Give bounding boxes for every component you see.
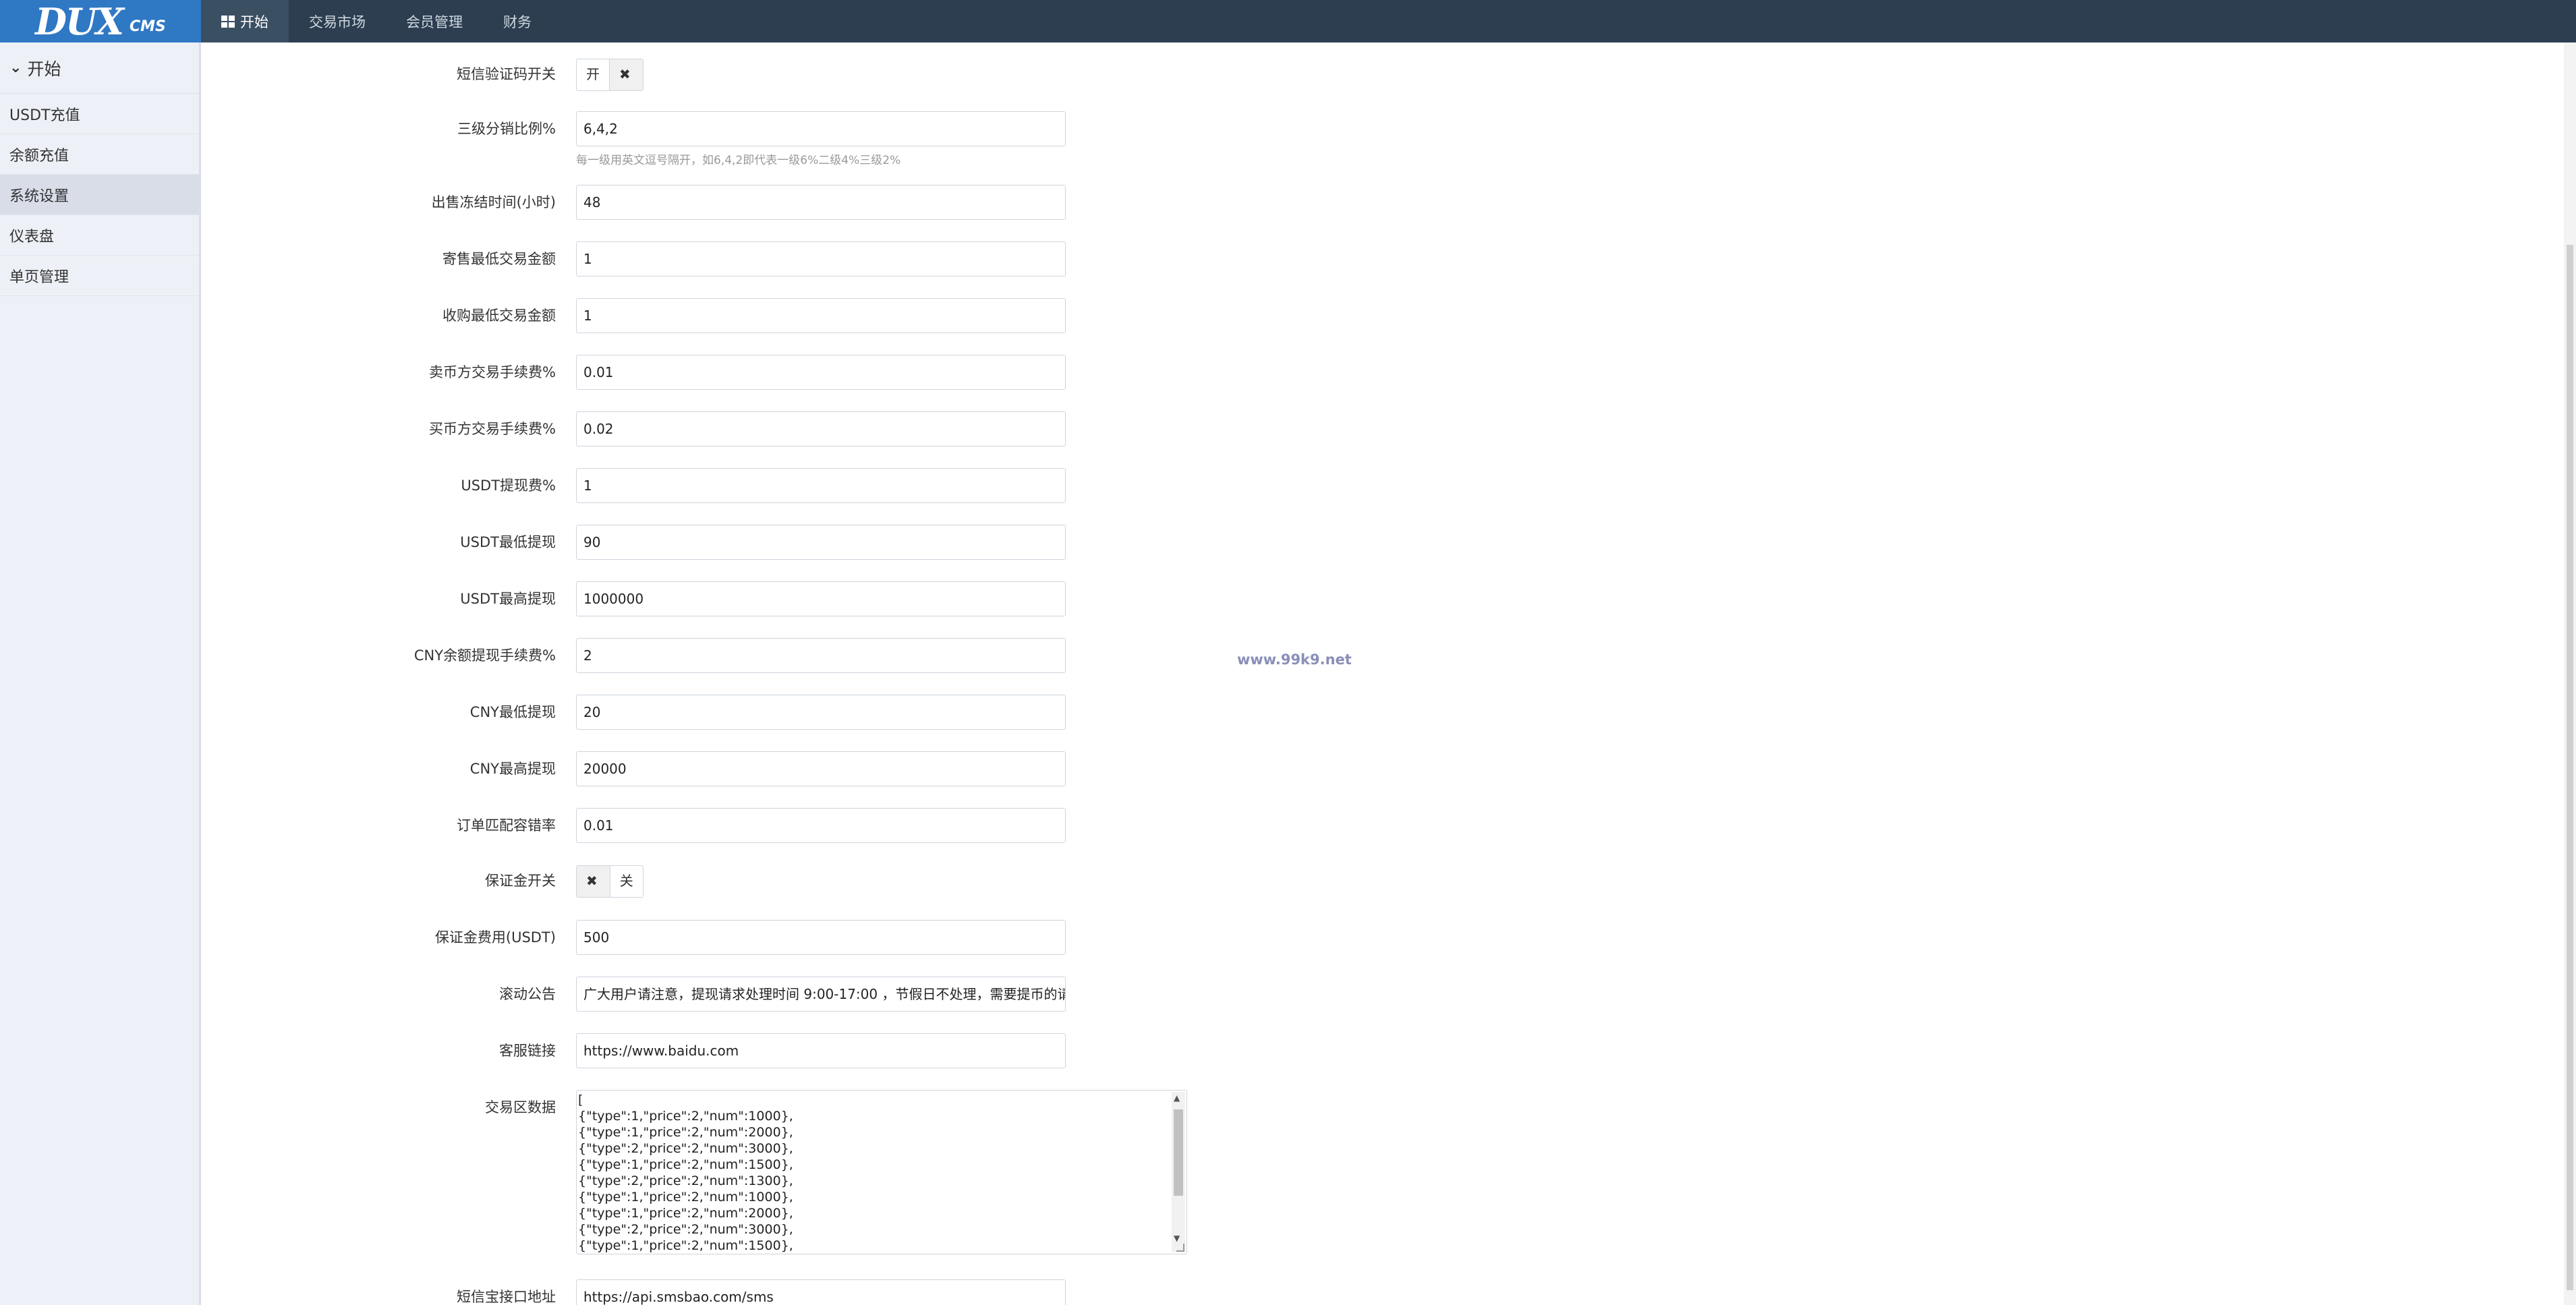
cny-max-withdraw-input[interactable]: 20000 xyxy=(576,751,1066,786)
service-link-input[interactable]: https://www.baidu.com xyxy=(576,1033,1066,1068)
nav-member-management-label: 会员管理 xyxy=(406,13,463,30)
sidebar-group-label: 开始 xyxy=(27,59,61,79)
nav-trade-market[interactable]: 交易市场 xyxy=(289,0,386,42)
sidebar-item-label: 系统设置 xyxy=(9,187,69,205)
sidebar-item-system-settings[interactable]: 系统设置 xyxy=(0,175,199,215)
field-label: 出售冻结时间(小时) xyxy=(431,194,556,210)
sidebar-item-label: 仪表盘 xyxy=(9,228,55,245)
field-label: USDT提现费% xyxy=(461,477,556,494)
textarea-line: {"type":1,"price":2,"num":1500}, xyxy=(578,1157,793,1172)
deposit-switch-toggle: ✖开启 关闭 xyxy=(576,865,643,898)
field-label: 买币方交易手续费% xyxy=(429,421,556,437)
logo[interactable]: DUX CMS xyxy=(0,0,201,42)
top-navbar: DUX CMS 开始 交易市场 会员管理 财务 xyxy=(0,0,2576,42)
sidebar-item-label: 余额充值 xyxy=(9,147,69,165)
textarea-line: [ xyxy=(578,1093,583,1107)
field-label: 收购最低交易金额 xyxy=(442,308,556,324)
field-label: 交易区数据 xyxy=(485,1099,556,1115)
sidebar-item-usdt-recharge[interactable]: USDT充值 xyxy=(0,94,199,134)
textarea-line: {"type":1,"price":2,"num":1000}, xyxy=(578,1109,793,1124)
field-label: 短信宝接口地址 xyxy=(457,1289,556,1305)
trade-zone-textarea[interactable]: [ {"type":1,"price":2,"num":1000}, {"typ… xyxy=(576,1090,1187,1254)
usdt-min-withdraw-input[interactable]: 90 xyxy=(576,525,1066,560)
windows-icon xyxy=(221,15,235,28)
three-level-ratio-input[interactable]: 6,4,2 xyxy=(576,111,1066,146)
textarea-scrollbar[interactable]: ▲ ▼ xyxy=(1172,1092,1185,1252)
match-tolerance-input[interactable]: 0.01 xyxy=(576,808,1066,843)
textarea-line: {"type":1,"price":2,"num":1500}, xyxy=(578,1238,793,1253)
field-label: USDT最低提现 xyxy=(460,534,556,550)
field-label: 滚动公告 xyxy=(499,986,556,1002)
sidebar-group-start[interactable]: ⌄ 开始 xyxy=(0,42,199,94)
main-nav: 开始 交易市场 会员管理 财务 xyxy=(201,0,552,42)
check-x-icon: ✖ xyxy=(586,873,598,889)
sidebar-item-balance-recharge[interactable]: 余额充值 xyxy=(0,134,199,175)
field-label: 客服链接 xyxy=(499,1043,556,1059)
textarea-line: {"type":1,"price":2,"num":2000}, xyxy=(578,1125,793,1140)
deposit-off-option[interactable]: 关闭 xyxy=(609,866,643,897)
deposit-on-option[interactable]: ✖开启 xyxy=(577,866,610,897)
usdt-max-withdraw-input[interactable]: 1000000 xyxy=(576,581,1066,616)
scrollbar-thumb[interactable] xyxy=(1174,1109,1183,1196)
textarea-line: {"type":1,"price":2,"num":2000}, xyxy=(578,1206,793,1221)
sidebar-item-label: 单页管理 xyxy=(9,268,69,286)
nav-member-management[interactable]: 会员管理 xyxy=(386,0,483,42)
scroll-down-icon[interactable]: ▼ xyxy=(1174,1234,1180,1243)
cny-min-withdraw-input[interactable]: 20 xyxy=(576,695,1066,730)
scroll-notice-input[interactable]: 广大用户请注意，提现请求处理时间 9:00-17:00 ，节假日不处理，需要提币… xyxy=(576,977,1066,1012)
field-label: 三级分销比例% xyxy=(457,121,556,137)
textarea-line: {"type":2,"price":2,"num":1300}, xyxy=(578,1173,793,1188)
purchase-min-input[interactable]: 1 xyxy=(576,298,1066,333)
field-label: 寄售最低交易金额 xyxy=(442,251,556,267)
scroll-up-icon[interactable]: ▲ xyxy=(1174,1093,1180,1103)
nav-start-label: 开始 xyxy=(240,13,268,30)
field-label: 订单匹配容错率 xyxy=(457,817,556,834)
nav-finance-label: 财务 xyxy=(503,13,532,30)
page-scrollbar[interactable] xyxy=(2564,42,2576,1305)
usdt-withdraw-fee-input[interactable]: 1 xyxy=(576,468,1066,503)
three-level-help-text: 每一级用英文逗号隔开，如6,4,2即代表一级6%二级4%三级2% xyxy=(576,154,901,167)
logo-subtext: CMS xyxy=(129,18,166,35)
settings-form: 短信验证码开关 开启 ✖关闭 三级分销比例% 6,4,2 每一级用英文逗号隔开，… xyxy=(201,42,2576,1305)
textarea-line: {"type":2,"price":2,"num":3000}, xyxy=(578,1222,793,1237)
sidebar-item-dashboard[interactable]: 仪表盘 xyxy=(0,215,199,256)
sms-verify-toggle: 开启 ✖关闭 xyxy=(576,59,643,91)
field-label: 短信验证码开关 xyxy=(457,66,556,82)
seller-fee-input[interactable]: 0.01 xyxy=(576,355,1066,390)
sidebar: ⌄ 开始 USDT充值 余额充值 系统设置 仪表盘 单页管理 xyxy=(0,42,201,1305)
field-label: 保证金费用(USDT) xyxy=(434,929,556,946)
buyer-fee-input[interactable]: 0.02 xyxy=(576,411,1066,446)
freeze-hours-input[interactable]: 48 xyxy=(576,185,1066,220)
field-label: CNY最低提现 xyxy=(469,704,556,720)
sidebar-item-label: USDT充值 xyxy=(9,107,80,124)
field-label: 保证金开关 xyxy=(485,873,556,889)
field-label: USDT最高提现 xyxy=(460,591,556,607)
field-label: CNY余额提现手续费% xyxy=(413,647,556,664)
watermark: www.99k9.net xyxy=(1237,651,1352,668)
nav-start[interactable]: 开始 xyxy=(201,0,289,42)
deposit-fee-input[interactable]: 500 xyxy=(576,920,1066,955)
field-label: CNY最高提现 xyxy=(469,761,556,777)
field-label: 卖币方交易手续费% xyxy=(429,364,556,380)
textarea-line: {"type":2,"price":2,"num":3000}, xyxy=(578,1141,793,1156)
sms-verify-off-option[interactable]: ✖关闭 xyxy=(609,59,643,90)
resize-handle-icon[interactable] xyxy=(1176,1244,1184,1252)
sms-api-input[interactable]: https://api.smsbao.com/sms xyxy=(576,1279,1066,1305)
logo-text: DUX xyxy=(35,0,124,43)
page-scrollbar-thumb[interactable] xyxy=(2567,245,2573,1290)
sms-verify-on-option[interactable]: 开启 xyxy=(577,59,609,90)
cny-withdraw-fee-input[interactable]: 2 xyxy=(576,638,1066,673)
sidebar-item-page-management[interactable]: 单页管理 xyxy=(0,256,199,296)
nav-finance[interactable]: 财务 xyxy=(483,0,552,42)
textarea-line: {"type":1,"price":2,"num":1000}, xyxy=(578,1190,793,1205)
check-x-icon: ✖ xyxy=(619,66,631,82)
consign-min-input[interactable]: 1 xyxy=(576,241,1066,277)
nav-trade-market-label: 交易市场 xyxy=(309,13,366,30)
chevron-down-icon: ⌄ xyxy=(9,59,22,76)
